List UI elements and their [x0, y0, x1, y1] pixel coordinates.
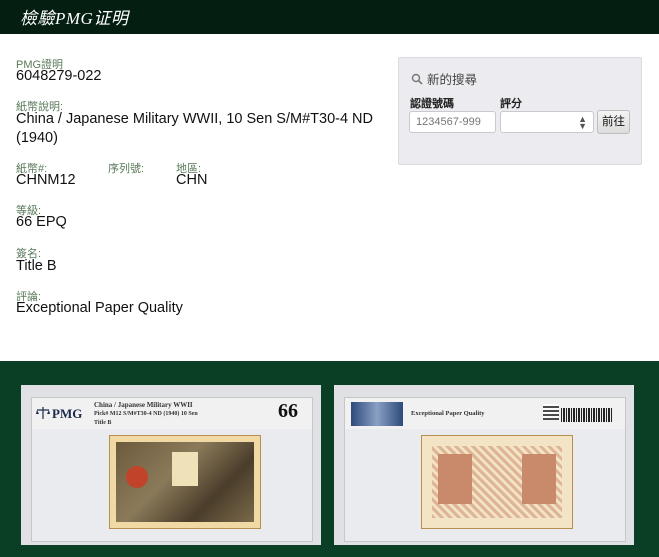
go-button[interactable]: 前往	[597, 110, 630, 134]
page-title: 檢驗PMG证明	[20, 9, 129, 28]
image-gallery: PMG China / Japanese Military WWII Pick#…	[0, 361, 659, 557]
cert-number-search-label: 認證號碼	[410, 98, 454, 110]
slab-line1: China / Japanese Military WWII	[94, 401, 193, 409]
back-denomination-left	[438, 454, 472, 504]
slab-body-front	[31, 429, 313, 542]
search-heading-text: 新的搜尋	[427, 73, 478, 87]
back-image[interactable]: Exceptional Paper Quality	[334, 385, 634, 545]
denomination-panel	[172, 452, 198, 486]
barcode-icon	[561, 408, 613, 422]
cert-number-value: 6048279-022	[16, 68, 102, 84]
pmg-logo-text: PMG	[52, 406, 83, 421]
signature-value: Title B	[16, 258, 57, 274]
scales-icon	[36, 407, 50, 419]
region-value: CHN	[176, 172, 208, 188]
hologram-icon	[351, 402, 403, 426]
slab-back-comment: Exceptional Paper Quality	[411, 410, 485, 417]
front-image[interactable]: PMG China / Japanese Military WWII Pick#…	[21, 385, 321, 545]
grade-search-label: 評分	[500, 98, 522, 110]
top-header-bar: 檢驗PMG证明	[0, 0, 659, 34]
description-value-line2: (1940)	[16, 130, 58, 146]
search-icon	[411, 73, 423, 85]
slab-line3: Title B	[94, 420, 112, 426]
slab-grade: 66	[278, 400, 298, 422]
note-number-value: CHNM12	[16, 172, 76, 188]
grade-select[interactable]: ▲ ▼	[500, 111, 594, 133]
slab-label-front: PMG China / Japanese Military WWII Pick#…	[31, 397, 313, 431]
banknote-back	[421, 435, 573, 529]
new-search-panel: 新的搜尋 認證號碼 評分 ▲▼ 前往	[398, 57, 642, 165]
banknote-front	[109, 435, 261, 529]
comments-value: Exceptional Paper Quality	[16, 300, 183, 316]
back-denomination-right	[522, 454, 556, 504]
serial-label: 序列號:	[108, 163, 145, 175]
slab-line2: Pick# M12 S/M#T30-4 ND (1940) 10 Sen	[94, 411, 198, 417]
qr-code-icon	[543, 404, 559, 420]
grade-value: 66 EPQ	[16, 214, 67, 230]
description-value-line1: China / Japanese Military WWII, 10 Sen S…	[16, 111, 373, 127]
slab-label-back: Exceptional Paper Quality	[344, 397, 626, 431]
search-heading: 新的搜尋	[411, 69, 477, 88]
red-seal-icon	[126, 466, 148, 488]
select-arrows-icon: ▲ ▼	[578, 114, 587, 131]
slab-body-back	[344, 429, 626, 542]
cert-number-input[interactable]	[409, 111, 496, 133]
